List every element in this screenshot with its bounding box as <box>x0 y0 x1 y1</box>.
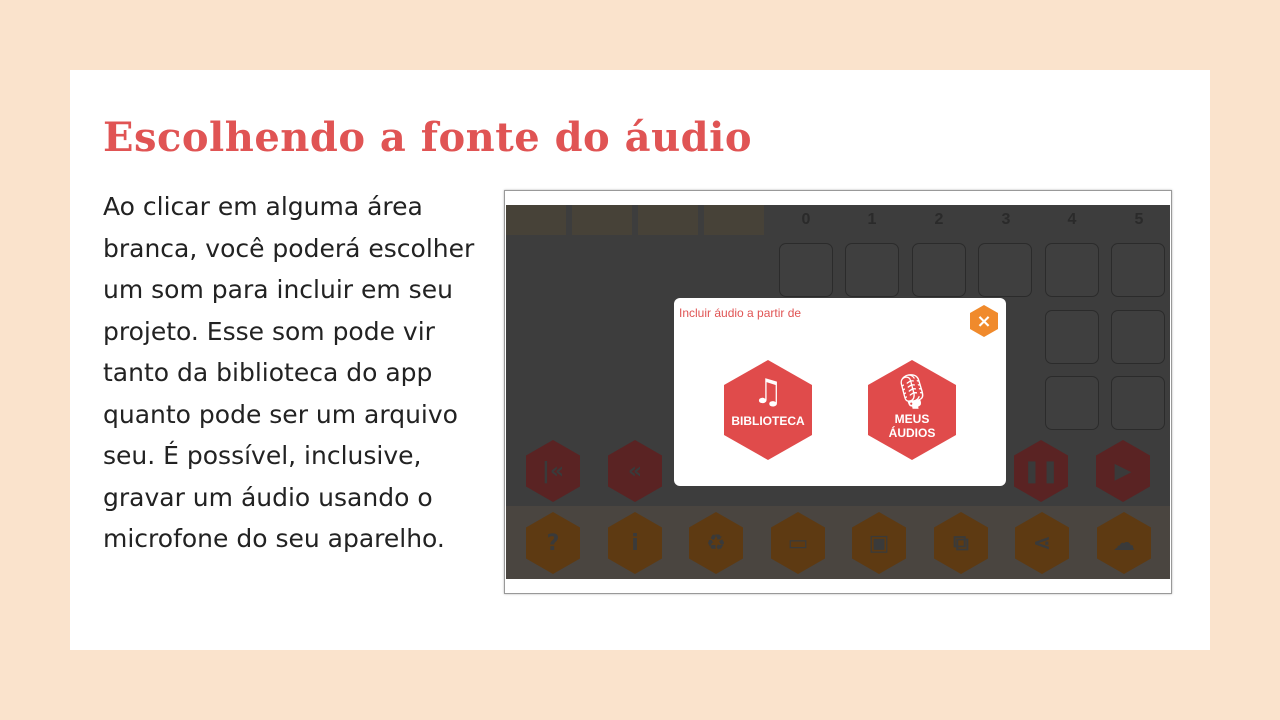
grid-cell[interactable] <box>1111 310 1165 364</box>
grid-cell[interactable] <box>845 243 899 297</box>
track-strip <box>704 205 764 235</box>
audio-source-dialog: Incluir áudio a partir de × ♫ BIBLIOTECA… <box>674 298 1006 486</box>
column-label-4: 4 <box>1067 211 1077 228</box>
grid-cell[interactable] <box>1045 243 1099 297</box>
track-strip <box>506 205 566 235</box>
column-label-1: 1 <box>867 211 877 228</box>
grid-cell[interactable] <box>779 243 833 297</box>
grid-cell[interactable] <box>978 243 1032 297</box>
play-icon[interactable]: ▶ <box>1096 440 1150 502</box>
pause-icon[interactable]: ❚❚ <box>1014 440 1068 502</box>
skip-to-start-icon[interactable]: |« <box>526 440 580 502</box>
slide-body-text: Ao clicar em alguma área branca, você po… <box>103 192 475 553</box>
app-window: 0 1 2 3 4 5 |« « ❚❚ ▶ ? i ♻ ▭ ▣ ⧉ ⋖ ☁ In… <box>506 205 1170 579</box>
app-screenshot: 0 1 2 3 4 5 |« « ❚❚ ▶ ? i ♻ ▭ ▣ ⧉ ⋖ ☁ In… <box>504 190 1172 594</box>
grid-cell[interactable] <box>912 243 966 297</box>
rewind-icon[interactable]: « <box>608 440 662 502</box>
grid-cell[interactable] <box>1045 310 1099 364</box>
microphone-icon: 🎙 <box>890 372 934 412</box>
grid-cell[interactable] <box>1111 243 1165 297</box>
my-audios-label: MEUS ÁUDIOS <box>868 412 956 440</box>
my-audios-label-line1: MEUS <box>894 412 930 426</box>
dialog-title: Incluir áudio a partir de <box>679 306 802 320</box>
library-button[interactable]: ♫ BIBLIOTECA <box>724 360 812 460</box>
toolbar <box>506 506 1170 579</box>
column-label-5: 5 <box>1134 211 1144 228</box>
close-icon[interactable]: × <box>970 305 998 337</box>
slide-title: Escolhendo a fonte do áudio <box>103 114 753 161</box>
column-label-3: 3 <box>1001 211 1011 228</box>
column-label-0: 0 <box>801 211 811 228</box>
column-label-2: 2 <box>934 211 944 228</box>
track-strip <box>638 205 698 235</box>
music-note-icon: ♫ <box>752 372 784 412</box>
my-audios-label-line2: ÁUDIOS <box>888 426 936 440</box>
grid-cell[interactable] <box>1045 376 1099 430</box>
my-audios-button[interactable]: 🎙 MEUS ÁUDIOS <box>868 360 956 460</box>
grid-cell[interactable] <box>1111 376 1165 430</box>
library-label: BIBLIOTECA <box>731 414 805 428</box>
track-strip <box>572 205 632 235</box>
